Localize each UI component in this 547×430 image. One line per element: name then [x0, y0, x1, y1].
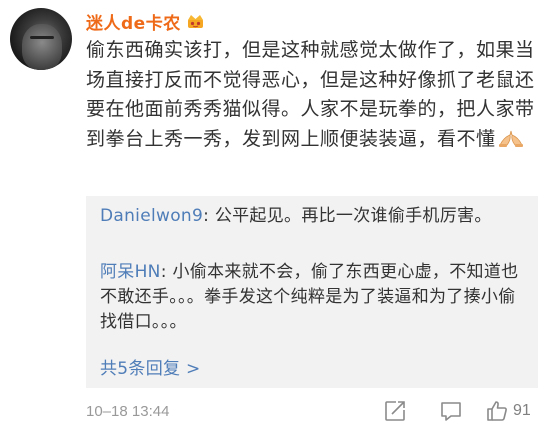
comment-footer: 10–18 13:44 91	[86, 396, 538, 424]
comment-body: 偷东西确实该打，但是这种就感觉太做作了，如果当场直接打反而不觉得恶心，但是这种好…	[86, 39, 535, 150]
more-replies-link[interactable]: 共5条回复 >	[100, 354, 201, 379]
like-thumb-icon[interactable]	[485, 399, 509, 423]
comment-icon[interactable]	[439, 399, 463, 423]
username-row: 迷人de卡农	[86, 9, 204, 34]
reply-separator: :	[160, 262, 173, 282]
replies-panel: Danielwon9: 公平起见。再比一次谁偷手机厉害。 阿呆HN: 小偷本来就…	[86, 196, 538, 388]
timestamp: 10–18 13:44	[86, 403, 170, 420]
vip-crown-icon	[187, 14, 204, 29]
username[interactable]: 迷人de卡农	[86, 9, 181, 34]
reply-author[interactable]: Danielwon9	[100, 206, 203, 226]
folded-hands-emoji-icon	[498, 128, 524, 148]
likes-count: 91	[513, 402, 531, 419]
reply-text: 公平起见。再比一次谁偷手机厉害。	[214, 206, 492, 226]
avatar[interactable]	[10, 8, 72, 70]
avatar-brow	[30, 36, 54, 39]
reply-item: 阿呆HN: 小偷本来就不会，偷了东西更心虚，不知道也不敢还手。。。拳手发这个纯粹…	[100, 260, 522, 335]
comment-text: 偷东西确实该打，但是这种就感觉太做作了，如果当场直接打反而不觉得恶心，但是这种好…	[86, 36, 536, 154]
comment-card: 迷人de卡农 偷东西确实该打，但是这种就感觉太做作了，如果当场直接打反而不觉得恶…	[0, 0, 547, 430]
share-icon[interactable]	[383, 399, 407, 423]
reply-separator: :	[203, 206, 215, 226]
avatar-face	[22, 24, 62, 70]
reply-item: Danielwon9: 公平起见。再比一次谁偷手机厉害。	[100, 204, 522, 229]
reply-author[interactable]: 阿呆HN	[100, 262, 161, 282]
